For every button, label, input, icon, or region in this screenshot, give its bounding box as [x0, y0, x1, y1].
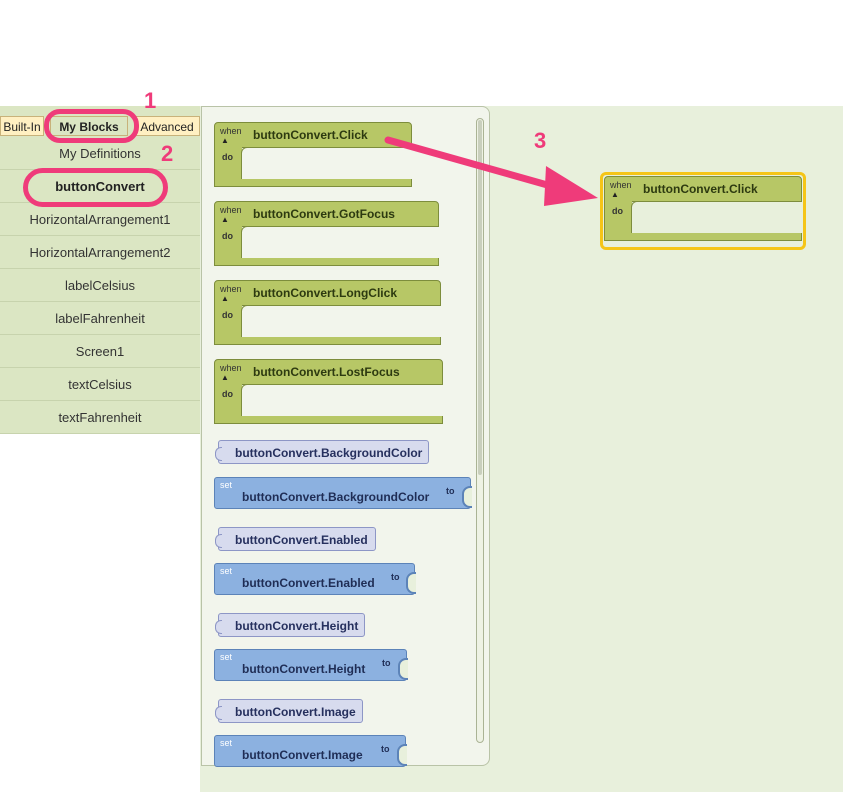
drag-arrow — [384, 136, 598, 206]
